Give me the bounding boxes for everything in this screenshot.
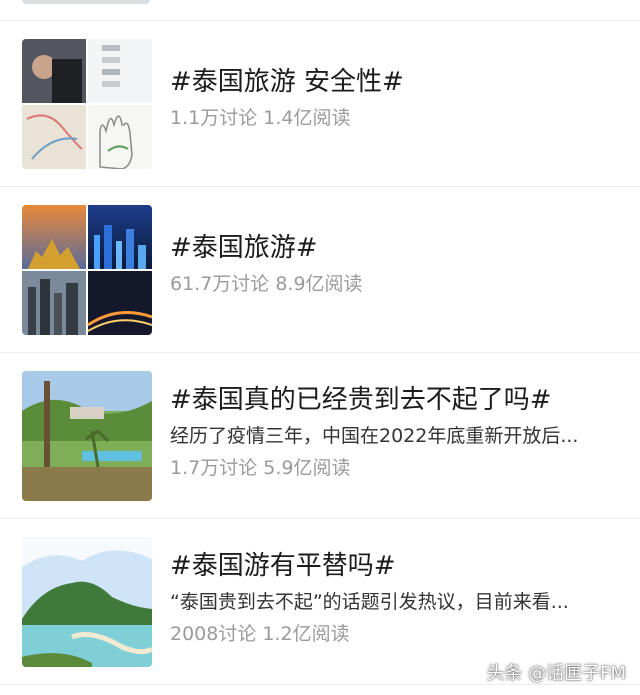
- topic-description: 经历了疫情三年，中国在2022年底重新开放后...: [170, 425, 579, 447]
- topic-thumbnail: [22, 371, 152, 501]
- topic-item[interactable]: #泰国旅游 安全性# 1.1万讨论 1.4亿阅读: [0, 21, 640, 187]
- topic-stats: 1.1万讨论 1.4亿阅读: [170, 107, 351, 129]
- topic-item[interactable]: #泰国真的已经贵到去不起了吗# 经历了疫情三年，中国在2022年底重新开放后..…: [0, 353, 640, 519]
- topic-item[interactable]: #泰国旅游# 61.7万讨论 8.9亿阅读: [0, 187, 640, 353]
- topic-thumbnail: [22, 537, 152, 667]
- topic-stats: 61.7万讨论 8.9亿阅读: [170, 273, 363, 295]
- topic-thumbnail: [22, 39, 152, 169]
- topic-stats: 2008讨论 1.2亿阅读: [170, 623, 350, 645]
- topic-title[interactable]: #泰国游有平替吗#: [170, 549, 626, 583]
- topic-title[interactable]: #泰国旅游 安全性#: [170, 65, 626, 99]
- topic-title[interactable]: #泰国真的已经贵到去不起了吗#: [170, 383, 626, 417]
- topic-thumbnail: [22, 205, 152, 335]
- previous-thumbnail-edge: [22, 0, 150, 4]
- topic-stats: 1.7万讨论 5.9亿阅读: [170, 457, 351, 479]
- watermark: 头条 @话匣子FM: [486, 663, 626, 684]
- topic-title[interactable]: #泰国旅游#: [170, 231, 626, 265]
- topic-description: “泰国贵到去不起”的话题引发热议，目前来看...: [170, 591, 569, 613]
- previous-item-edge: [0, 0, 640, 21]
